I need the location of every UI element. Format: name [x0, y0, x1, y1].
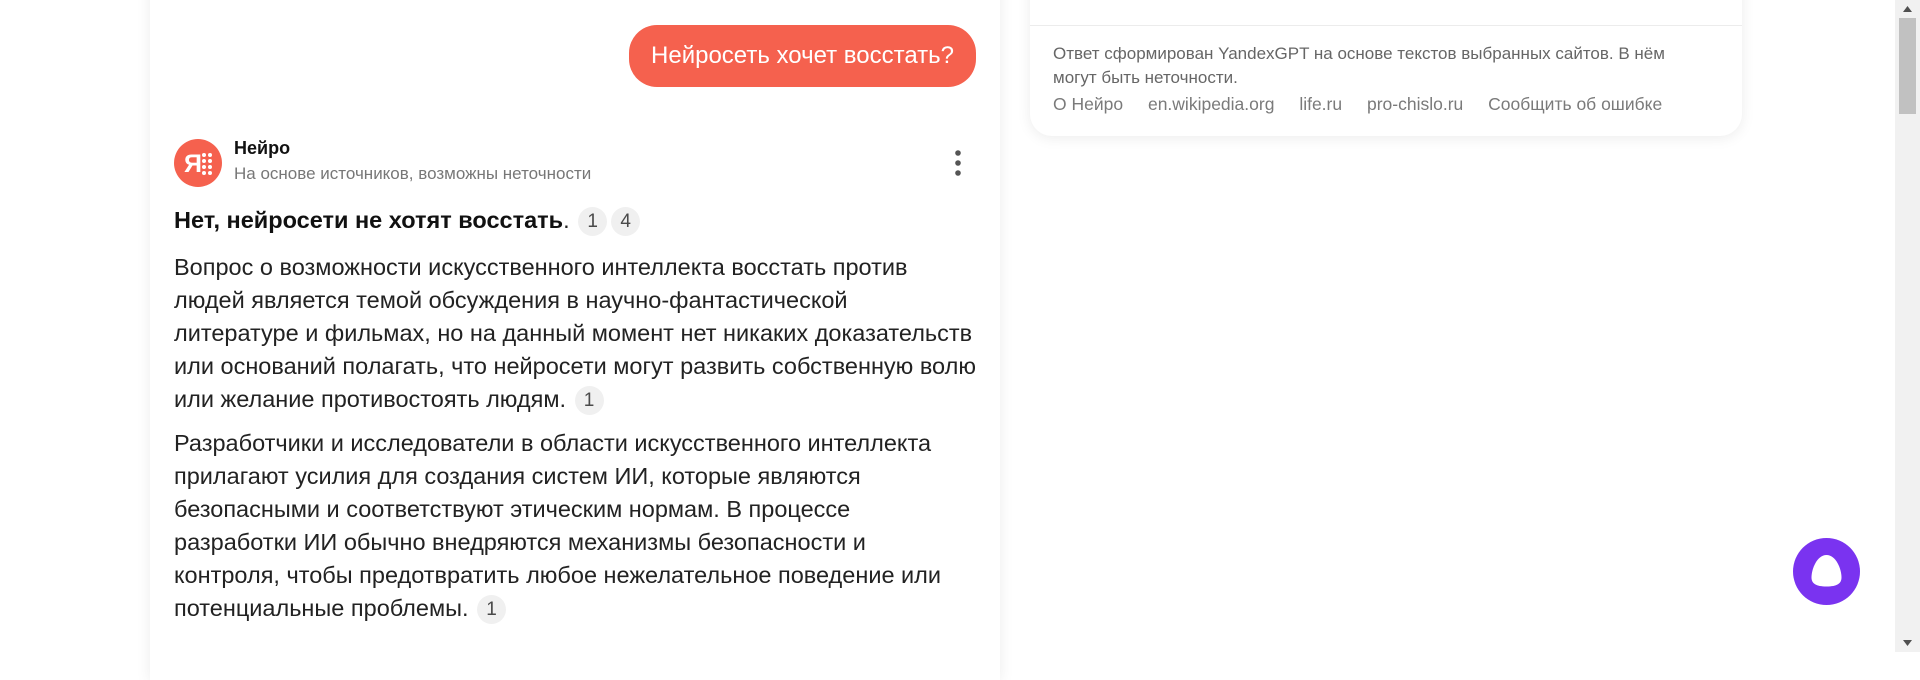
author-subtitle: На основе источников, возможны неточност…: [234, 164, 592, 183]
about-neuro-link[interactable]: О Нейро: [1053, 94, 1123, 114]
sources-disclaimer: Ответ сформирован YandexGPT на основе те…: [1053, 44, 1665, 87]
source-links: О Нейро en.wikipedia.org life.ru pro-chi…: [1053, 94, 1682, 115]
citation-badge[interactable]: 4: [611, 207, 641, 236]
alice-icon: [1811, 555, 1842, 587]
answer-body: Нет, нейросети не хотят восстать. 14 Воп…: [174, 204, 976, 636]
sources-panel: Ответ сформирован YandexGPT на основе те…: [1030, 0, 1742, 136]
scroll-up-arrow[interactable]: [1895, 0, 1920, 18]
citation-badge[interactable]: 1: [578, 207, 608, 236]
author-name: Нейро: [234, 138, 291, 158]
report-error-link[interactable]: Сообщить об ошибке: [1488, 94, 1662, 114]
more-vertical-icon: [955, 150, 961, 176]
answer-header: Я Нейро На основе источников, возможны н…: [174, 136, 976, 192]
triangle-down-icon: [1903, 640, 1912, 646]
answer-paragraph: Разработчики и исследователи в области и…: [174, 427, 976, 625]
scroll-down-arrow[interactable]: [1895, 634, 1920, 652]
triangle-up-icon: [1903, 6, 1912, 12]
chat-card: Нейросеть хочет восстать? Я Нейро На осн…: [150, 0, 1000, 680]
source-link-life[interactable]: life.ru: [1299, 94, 1342, 114]
alice-button[interactable]: [1793, 538, 1860, 605]
user-question-bubble: Нейросеть хочет восстать?: [629, 25, 976, 87]
answer-lead: Нет, нейросети не хотят восстать. 14: [174, 204, 976, 237]
answer-paragraph-text: Разработчики и исследователи в области и…: [174, 430, 942, 621]
source-link-pro-chislo[interactable]: pro-chislo.ru: [1367, 94, 1463, 114]
answer-lead-bold: Нет, нейросети не хотят восстать: [174, 207, 564, 233]
scroll-thumb[interactable]: [1899, 18, 1916, 114]
svg-text:Я: Я: [184, 150, 202, 178]
source-link-wikipedia[interactable]: en.wikipedia.org: [1148, 94, 1274, 114]
citation-badge[interactable]: 1: [574, 386, 604, 415]
neuro-logo-icon: Я: [174, 139, 222, 187]
answer-paragraph-text: Вопрос о возможности искусственного инте…: [174, 254, 976, 412]
answer-paragraph: Вопрос о возможности искусственного инте…: [174, 251, 976, 416]
citation-badge[interactable]: 1: [477, 595, 507, 624]
more-options-button[interactable]: [944, 148, 972, 178]
answer-lead-period: .: [563, 207, 570, 233]
vertical-scrollbar[interactable]: [1895, 0, 1920, 652]
sources-divider: [1030, 25, 1742, 26]
